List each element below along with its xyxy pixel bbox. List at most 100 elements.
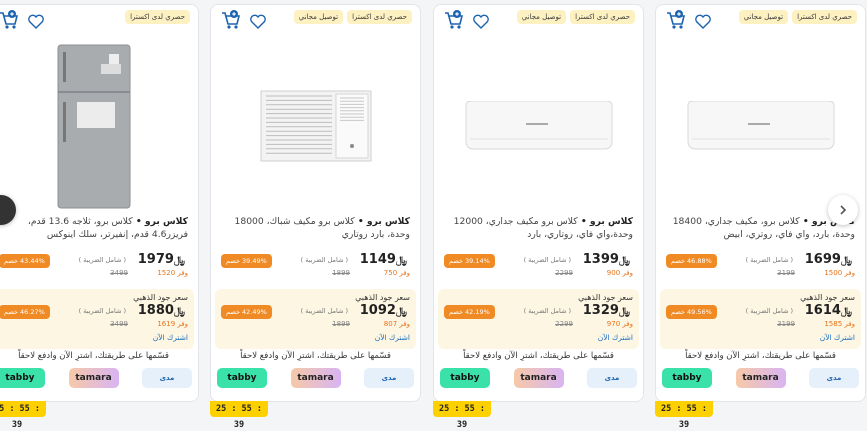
save-amount: وفر 1500 bbox=[824, 269, 855, 277]
old-price: 3499 bbox=[110, 269, 128, 277]
fridge-image bbox=[57, 44, 130, 208]
tabby-logo: tabby bbox=[0, 368, 45, 388]
sar-icon: ﷼ bbox=[618, 306, 630, 317]
badges: حصري لدى اكسترا توصيل مجاني bbox=[516, 10, 635, 24]
tabby-logo: tabby bbox=[440, 368, 490, 388]
discount-badge: 39.14% خصم bbox=[444, 254, 495, 268]
heart-icon[interactable] bbox=[27, 13, 45, 31]
old-price: 3199 bbox=[777, 320, 795, 328]
gold-price-value: 1614 bbox=[804, 303, 841, 318]
mada-logo: مدى bbox=[587, 368, 637, 388]
subscribe-link[interactable]: اشترك الآن bbox=[375, 333, 410, 342]
product-badge: حصري لدى اكسترا bbox=[570, 10, 635, 24]
gold-price-box: سعر جود الذهبي 1880﷼ ( شامل الضريبة ) وفر 1… bbox=[0, 289, 194, 349]
payment-methods: tabby tamara مدى bbox=[440, 368, 637, 388]
product-title[interactable]: كلاس برو • كلاس برو، ثلاجه 13.6 قدم، فري… bbox=[0, 215, 188, 243]
vat-note: ( شامل الضريبة ) bbox=[523, 307, 571, 315]
gold-label: سعر جود الذهبي bbox=[800, 293, 855, 302]
discount-badge: 39.49% خصم bbox=[221, 254, 272, 268]
countdown-timer: 25 : 55 : 39 bbox=[0, 401, 46, 430]
sar-icon: ﷼ bbox=[840, 306, 852, 317]
sar-icon: ﷼ bbox=[395, 306, 407, 317]
subscribe-link[interactable]: اشترك الآن bbox=[153, 333, 188, 342]
heart-icon[interactable] bbox=[249, 13, 267, 31]
vat-note: ( شامل الضريبة ) bbox=[78, 256, 126, 264]
heart-icon[interactable] bbox=[472, 13, 490, 31]
regular-price: 1149﷼ ( شامل الضريبة ) وفر 750 1899 39.49% خ… bbox=[221, 252, 410, 282]
tamara-logo: tamara bbox=[735, 368, 786, 388]
vat-note: ( شامل الضريبة ) bbox=[745, 307, 793, 315]
product-image[interactable] bbox=[656, 41, 865, 211]
product-badge: توصيل مجاني bbox=[738, 10, 789, 24]
product-badge: حصري لدى اكسترا bbox=[347, 10, 412, 24]
product-image[interactable] bbox=[434, 41, 643, 211]
product-badge: حصري لدى اكسترا bbox=[125, 10, 190, 24]
sar-icon: ﷼ bbox=[840, 255, 852, 266]
discount-badge: 49.56% خصم bbox=[666, 305, 717, 319]
badges: حصري لدى اكسترا توصيل مجاني bbox=[738, 10, 857, 24]
price-value: 1149 bbox=[359, 252, 396, 267]
product-badge: توصيل مجاني bbox=[293, 10, 344, 24]
vat-note: ( شامل الضريبة ) bbox=[300, 256, 348, 264]
product-image[interactable] bbox=[211, 41, 420, 211]
heart-icon[interactable] bbox=[694, 13, 712, 31]
installments-text: قسّمها على طريقتك، اشترِ الآن وادفع لاحق… bbox=[18, 351, 169, 361]
product-badge: توصيل مجاني bbox=[516, 10, 567, 24]
discount-badge: 42.19% خصم bbox=[444, 305, 495, 319]
installments-text: قسّمها على طريقتك، اشترِ الآن وادفع لاحق… bbox=[240, 351, 391, 361]
vat-note: ( شامل الضريبة ) bbox=[745, 256, 793, 264]
add-to-cart-icon[interactable] bbox=[0, 9, 19, 31]
price-value: 1399 bbox=[582, 252, 619, 267]
price-value: 1699 bbox=[804, 252, 841, 267]
vat-note: ( شامل الضريبة ) bbox=[78, 307, 126, 315]
discount-badge: 42.49% خصم bbox=[221, 305, 272, 319]
sar-icon: ﷼ bbox=[173, 255, 185, 266]
gold-price-value: 1329 bbox=[582, 303, 619, 318]
product-badge: حصري لدى اكسترا bbox=[792, 10, 857, 24]
gold-label: سعر جود الذهبي bbox=[133, 293, 188, 302]
add-to-cart-icon[interactable] bbox=[443, 9, 464, 31]
gold-price-value: 1092 bbox=[359, 303, 396, 318]
gold-price: 1092﷼ ( شامل الضريبة ) وفر 807 1899 42.49% خ… bbox=[221, 303, 410, 333]
add-to-cart-icon[interactable] bbox=[220, 9, 241, 31]
save-amount: وفر 1520 bbox=[157, 269, 188, 277]
gold-price-box: سعر جود الذهبي 1614﷼ ( شامل الضريبة ) وفر 1… bbox=[660, 289, 861, 349]
gold-price: 1329﷼ ( شامل الضريبة ) وفر 970 2299 42.19% خ… bbox=[444, 303, 633, 333]
save-amount: وفر 807 bbox=[383, 320, 410, 328]
payment-methods: tabby tamara مدى bbox=[0, 368, 192, 388]
save-amount: وفر 750 bbox=[383, 269, 410, 277]
product-image[interactable] bbox=[0, 41, 198, 211]
payment-methods: tabby tamara مدى bbox=[217, 368, 414, 388]
old-price: 1899 bbox=[332, 269, 350, 277]
discount-badge: 46.27% خصم bbox=[0, 305, 50, 319]
gold-price: 1880﷼ ( شامل الضريبة ) وفر 1619 3499 46.27% … bbox=[0, 303, 188, 333]
countdown-timer: 25 : 55 : 39 bbox=[210, 401, 268, 430]
product-title[interactable]: كلاس برو • كلاس برو مكيف شباك، 18000 وحد… bbox=[219, 215, 411, 243]
installments-text: قسّمها على طريقتك، اشترِ الآن وادفع لاحق… bbox=[685, 351, 836, 361]
subscribe-link[interactable]: اشترك الآن bbox=[598, 333, 633, 342]
product-title[interactable]: كلاس برو • كلاس برو، مكيف جداري، 18400 و… bbox=[664, 215, 855, 243]
save-amount: وفر 1619 bbox=[157, 320, 188, 328]
brand: كلاس برو • bbox=[580, 216, 633, 227]
countdown-timer: 25 : 55 : 39 bbox=[655, 401, 713, 430]
brand: كلاس برو • bbox=[357, 216, 410, 227]
badges: حصري لدى اكسترا bbox=[125, 10, 190, 24]
gold-price: 1614﷼ ( شامل الضريبة ) وفر 1585 3199 49.56% … bbox=[666, 303, 855, 333]
vat-note: ( شامل الضريبة ) bbox=[523, 256, 571, 264]
old-price: 2299 bbox=[555, 269, 573, 277]
discount-badge: 46.88% خصم bbox=[666, 254, 717, 268]
save-amount: وفر 1585 bbox=[824, 320, 855, 328]
vat-note: ( شامل الضريبة ) bbox=[300, 307, 348, 315]
sar-icon: ﷼ bbox=[618, 255, 630, 266]
product-title[interactable]: كلاس برو • كلاس برو مكيف جداري، 12000 وح… bbox=[442, 215, 633, 243]
gold-price-value: 1880 bbox=[137, 303, 174, 318]
tamara-logo: tamara bbox=[290, 368, 341, 388]
product-card[interactable]: حصري لدى اكسترا توصيل مجاني كلاس برو • كلا… bbox=[210, 4, 421, 402]
product-card[interactable]: حصري لدى اكسترا توصيل مجاني كلاس برو • كلا… bbox=[433, 4, 644, 402]
add-to-cart-icon[interactable] bbox=[665, 9, 686, 31]
product-card[interactable]: حصري لدى اكسترا كلاس برو • كلاس برو، ثلاج… bbox=[0, 4, 199, 402]
subscribe-link[interactable]: اشترك الآن bbox=[820, 333, 855, 342]
next-arrow-button[interactable] bbox=[828, 195, 858, 225]
sar-icon: ﷼ bbox=[173, 306, 185, 317]
tamara-logo: tamara bbox=[68, 368, 119, 388]
